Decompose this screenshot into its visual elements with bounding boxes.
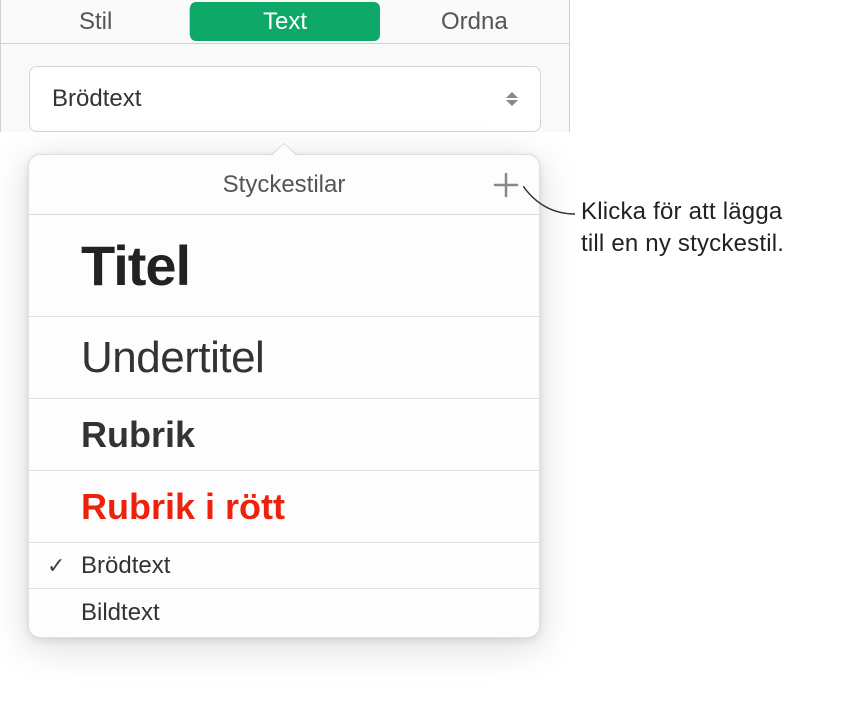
callout-line1: Klicka för att lägga xyxy=(581,196,784,228)
style-label: Rubrik xyxy=(81,414,195,456)
style-label: Rubrik i rött xyxy=(81,486,285,528)
paragraph-styles-popover: Styckestilar Titel Undertitel Rubrik Rub… xyxy=(28,154,540,638)
style-label: Undertitel xyxy=(81,333,264,383)
style-item-rubrik-rott[interactable]: Rubrik i rött xyxy=(29,471,539,543)
callout-leader-line xyxy=(523,186,575,220)
add-style-button[interactable] xyxy=(491,170,521,200)
tab-label: Text xyxy=(263,8,307,36)
style-item-titel[interactable]: Titel xyxy=(29,215,539,317)
checkmark-icon: ✓ xyxy=(47,553,81,579)
tab-label: Stil xyxy=(79,8,112,36)
style-item-brodtext[interactable]: ✓ Brödtext xyxy=(29,543,539,589)
panel-content: Brödtext xyxy=(1,44,569,132)
tab-text[interactable]: Text xyxy=(190,2,379,41)
style-label: Bildtext xyxy=(81,599,160,627)
style-label: Titel xyxy=(81,233,190,298)
tab-ordna[interactable]: Ordna xyxy=(380,0,569,43)
style-label: Brödtext xyxy=(81,552,170,580)
format-tabs: Stil Text Ordna xyxy=(1,0,569,44)
style-item-undertitel[interactable]: Undertitel xyxy=(29,317,539,399)
style-item-rubrik[interactable]: Rubrik xyxy=(29,399,539,471)
tab-label: Ordna xyxy=(441,8,508,36)
format-panel: Stil Text Ordna Brödtext xyxy=(0,0,570,132)
popover-title: Styckestilar xyxy=(223,171,346,199)
tab-stil[interactable]: Stil xyxy=(1,0,190,43)
style-list: Titel Undertitel Rubrik Rubrik i rött ✓ … xyxy=(29,215,539,637)
dropdown-value: Brödtext xyxy=(52,85,141,113)
paragraph-style-dropdown[interactable]: Brödtext xyxy=(29,66,541,132)
style-item-bildtext[interactable]: Bildtext xyxy=(29,589,539,637)
callout-text: Klicka för att lägga till en ny styckest… xyxy=(581,196,784,261)
popover-header: Styckestilar xyxy=(29,155,539,215)
updown-chevron-icon xyxy=(506,92,518,106)
plus-icon xyxy=(493,172,519,198)
callout-line2: till en ny styckestil. xyxy=(581,228,784,260)
